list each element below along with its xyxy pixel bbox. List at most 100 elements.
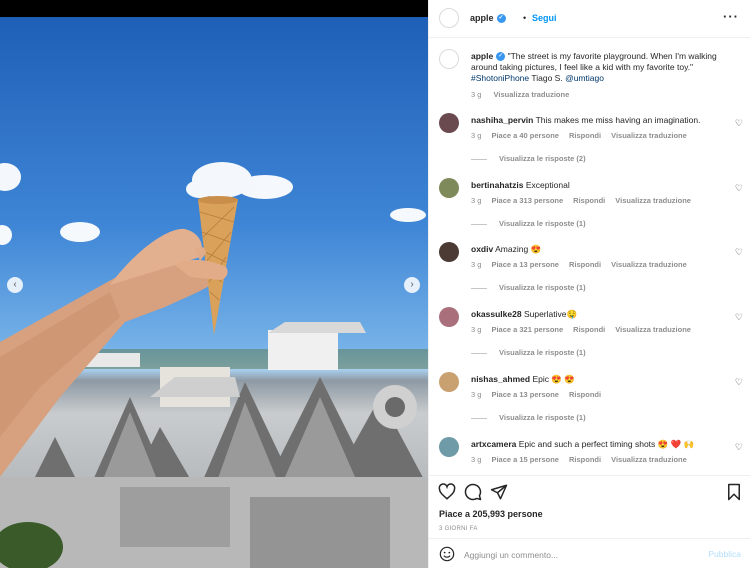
emoji-icon[interactable] <box>439 546 455 562</box>
comment-item: okassulke28 Superlative🤤 3 g Piace a 321 p… <box>429 303 750 368</box>
translate-link[interactable]: Visualizza traduzione <box>611 131 687 140</box>
caption-hashtag[interactable]: #ShotoniPhone <box>471 73 529 83</box>
comment-time: 3 g <box>471 131 482 140</box>
translate-link[interactable]: Visualizza traduzione <box>611 260 687 269</box>
commenter-username[interactable]: okassulke28 <box>471 309 522 319</box>
comment-meta: 3 g Piace a 13 persone Rispondi Visualizza … <box>471 260 697 269</box>
follow-button[interactable]: Segui <box>532 13 557 23</box>
comment-likes[interactable]: Piace a 13 persone <box>491 260 559 269</box>
reply-link[interactable]: Rispondi <box>573 325 605 334</box>
comment-likes[interactable]: Piace a 40 persone <box>491 131 559 140</box>
view-replies-link[interactable]: Visualizza le risposte (1) <box>471 348 586 357</box>
comment-body: Superlative🤤 <box>523 309 578 319</box>
caption-body: "The street is my favorite playground. W… <box>471 51 717 72</box>
view-replies-link[interactable]: Visualizza le risposte (2) <box>471 154 586 163</box>
comment-text: artxcamera Epic and such a perfect timin… <box>471 439 731 450</box>
header-separator: • <box>523 13 527 23</box>
comment-like-heart-icon[interactable]: ♡ <box>735 312 743 323</box>
comment-time: 3 g <box>471 260 482 269</box>
commenter-avatar[interactable] <box>439 437 459 457</box>
translate-link[interactable]: Visualizza traduzione <box>615 325 691 334</box>
share-send-icon[interactable] <box>490 483 508 501</box>
commenter-avatar[interactable] <box>439 113 459 133</box>
reply-link[interactable]: Rispondi <box>569 455 601 464</box>
commenter-username[interactable]: artxcamera <box>471 439 516 449</box>
comment-like-heart-icon[interactable]: ♡ <box>735 377 743 388</box>
comment-likes[interactable]: Piace a 15 persone <box>491 455 559 464</box>
comments-list[interactable]: apple ✓ "The street is my favorite playgr… <box>429 39 750 475</box>
caption-username[interactable]: apple <box>471 51 493 61</box>
comment-bubble-icon[interactable] <box>464 483 482 501</box>
comment-item: nishas_ahmed Epic 😍 😍 3 g Piace a 13 perso… <box>429 368 750 433</box>
comment-time: 3 g <box>471 455 482 464</box>
reply-link[interactable]: Rispondi <box>573 196 605 205</box>
commenter-username[interactable]: nishas_ahmed <box>471 374 530 384</box>
comment-likes[interactable]: Piace a 13 persone <box>491 390 559 399</box>
caption-mention[interactable]: @umtiago <box>565 73 604 83</box>
reply-link[interactable]: Rispondi <box>569 131 601 140</box>
like-heart-icon[interactable] <box>438 483 456 501</box>
verified-badge-icon: ✓ <box>496 14 506 24</box>
comment-like-heart-icon[interactable]: ♡ <box>735 442 743 453</box>
comment-like-heart-icon[interactable]: ♡ <box>735 183 743 194</box>
top-black-bar <box>0 0 428 17</box>
comment-time: 3 g <box>471 390 482 399</box>
translate-link[interactable]: Visualizza traduzione <box>611 455 687 464</box>
caption-avatar[interactable] <box>439 49 459 69</box>
publish-button[interactable]: Pubblica <box>708 549 741 559</box>
translate-link[interactable]: Visualizza traduzione <box>615 196 691 205</box>
photo-illustration <box>0 162 428 568</box>
more-options-icon[interactable]: ··· <box>723 9 739 24</box>
post-photo: ‹ › <box>0 17 428 568</box>
comment-meta: 3 g Piace a 15 persone Rispondi Visualizza … <box>471 455 697 464</box>
commenter-username[interactable]: bertinahatzis <box>471 180 523 190</box>
post-date: 3 GIORNI FA <box>439 526 478 532</box>
next-photo-button[interactable]: › <box>404 277 420 293</box>
commenter-username[interactable]: oxdiv <box>471 244 493 254</box>
caption-meta: 3 g Visualizza traduzione <box>471 90 579 99</box>
commenter-username[interactable]: nashiha_pervin <box>471 115 533 125</box>
comment-meta: 3 g Piace a 13 persone Rispondi <box>471 390 611 399</box>
comment-item: oxdiv Amazing 😍 3 g Piace a 13 persone Risp… <box>429 238 750 303</box>
comment-text: okassulke28 Superlative🤤 <box>471 309 731 320</box>
view-replies-link[interactable]: Visualizza le risposte (1) <box>471 413 586 422</box>
header-username[interactable]: apple ✓ <box>470 13 506 24</box>
comment-like-heart-icon[interactable]: ♡ <box>735 247 743 258</box>
comment-item: artxcamera Epic and such a perfect timin… <box>429 433 750 475</box>
commenter-avatar[interactable] <box>439 242 459 262</box>
commenter-avatar[interactable] <box>439 178 459 198</box>
comment-likes[interactable]: Piace a 313 persone <box>491 196 563 205</box>
save-bookmark-icon[interactable] <box>725 483 743 501</box>
apple-avatar[interactable] <box>439 8 459 28</box>
add-comment-bar: Pubblica <box>429 538 750 568</box>
comment-body: Exceptional <box>525 180 570 190</box>
caption-translate-link[interactable]: Visualizza traduzione <box>494 90 570 99</box>
caption-time: 3 g <box>471 90 482 99</box>
comment-text: oxdiv Amazing 😍 <box>471 244 731 255</box>
comment-text: bertinahatzis Exceptional <box>471 180 731 191</box>
commenter-avatar[interactable] <box>439 372 459 392</box>
comment-meta: 3 g Piace a 40 persone Rispondi Visualizza … <box>471 131 697 140</box>
comment-input[interactable] <box>464 547 684 562</box>
comment-like-heart-icon[interactable]: ♡ <box>735 118 743 129</box>
comment-body: Epic and such a perfect timing shots 😍 ❤… <box>518 439 695 449</box>
comment-body: This makes me miss having an imagination… <box>535 115 701 125</box>
comment-item: nashiha_pervin This makes me miss having… <box>429 109 750 174</box>
caption-credit: Tiago S. <box>529 73 566 83</box>
likes-count[interactable]: Piace a 205,993 persone <box>439 509 543 519</box>
post-header: apple ✓ • Segui ··· <box>429 0 750 38</box>
comment-meta: 3 g Piace a 313 persone Rispondi Visualizza… <box>471 196 701 205</box>
view-replies-link[interactable]: Visualizza le risposte (1) <box>471 283 586 292</box>
post-actions: Piace a 205,993 persone 3 GIORNI FA Pubb… <box>429 475 750 568</box>
post-details-panel: apple ✓ • Segui ··· apple ✓ "The street is… <box>428 0 750 568</box>
comment-body: Epic 😍 😍 <box>532 374 575 384</box>
commenter-avatar[interactable] <box>439 307 459 327</box>
comment-body: Amazing 😍 <box>495 244 542 254</box>
reply-link[interactable]: Rispondi <box>569 260 601 269</box>
comment-likes[interactable]: Piace a 321 persone <box>491 325 563 334</box>
comment-time: 3 g <box>471 196 482 205</box>
instagram-post-modal: ‹ › apple ✓ • Segui ··· apple ✓ "The stree… <box>0 0 750 568</box>
view-replies-link[interactable]: Visualizza le risposte (1) <box>471 219 586 228</box>
reply-link[interactable]: Rispondi <box>569 390 601 399</box>
previous-photo-button[interactable]: ‹ <box>7 277 23 293</box>
